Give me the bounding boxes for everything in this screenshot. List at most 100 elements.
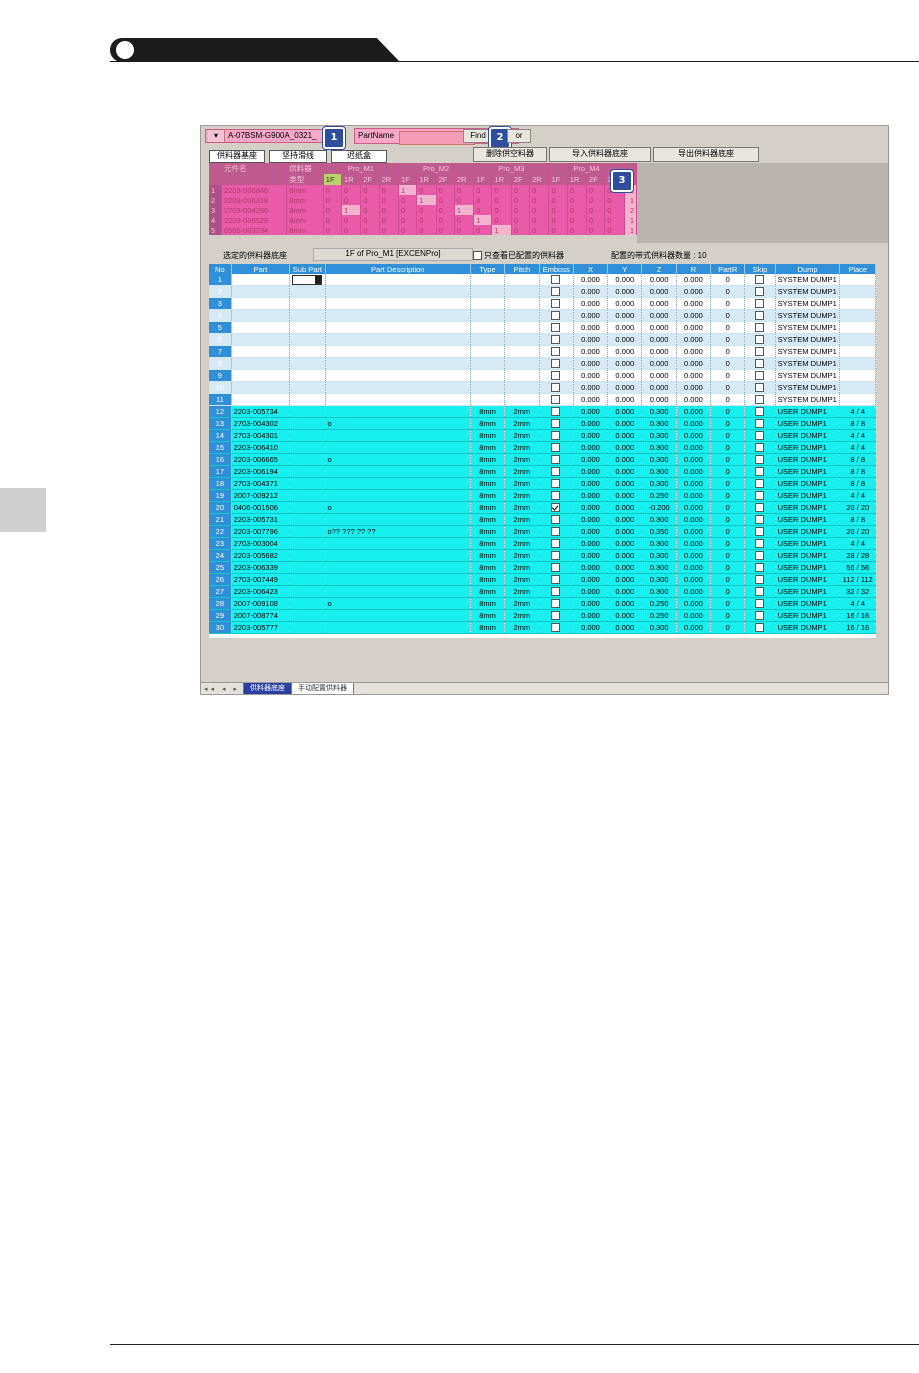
skip-cell[interactable] [744,369,776,382]
emboss-checkbox[interactable] [550,587,560,597]
feeder-grid-cell[interactable]: 0 [379,195,400,205]
part-description-cell[interactable] [325,429,471,442]
r-cell[interactable]: 0.000 [676,285,712,298]
y-cell[interactable]: 0.000 [607,429,643,442]
feeder-grid-cell[interactable]: 0 [416,185,437,195]
pitch-cell[interactable] [504,285,540,298]
r-cell[interactable]: 0.000 [676,573,712,586]
part-cell[interactable]: 0406-001506 [231,501,291,514]
part-cell[interactable] [231,285,291,298]
pitch-cell[interactable]: 2mm [504,573,540,586]
part-cell[interactable]: 2007-009212 [231,489,291,502]
emboss-checkbox[interactable] [550,575,560,585]
part-description-cell[interactable] [325,489,471,502]
place-cell[interactable]: 4 / 4 [839,489,876,502]
part-r-cell[interactable]: 0 [710,274,746,286]
feeder-grid-cell[interactable]: 0 [548,225,568,235]
emboss-checkbox[interactable] [550,287,560,297]
sub-part-cell[interactable] [289,369,326,382]
z-cell[interactable]: 0.000 [641,333,677,346]
feeder-grid-cell[interactable]: 0 [548,185,568,195]
z-cell[interactable]: 0.300 [641,561,677,574]
x-cell[interactable]: 0.000 [573,585,609,598]
z-cell[interactable]: -0.200 [641,501,677,514]
feeder-grid-cell[interactable]: 0 [586,205,606,215]
dump-cell[interactable]: USER DUMP1 [775,429,841,442]
x-cell[interactable]: 0.000 [573,333,609,346]
dump-cell[interactable]: SYSTEM DUMP1 [775,285,841,298]
emboss-cell[interactable] [539,549,574,562]
skip-cell[interactable] [744,585,776,598]
x-cell[interactable]: 0.000 [573,274,609,286]
y-cell[interactable]: 0.000 [607,333,643,346]
sub-part-cell[interactable] [289,609,326,622]
skip-cell[interactable] [744,309,776,322]
r-cell[interactable]: 0.000 [676,609,712,622]
table-row[interactable]: 5 0.000 0.000 0.000 0.000 0 SYSTEM DUMP1 [209,321,876,334]
r-cell[interactable]: 0.000 [676,274,712,286]
feeder-grid-cell[interactable]: 0 [341,195,362,205]
x-cell[interactable]: 0.000 [573,489,609,502]
emboss-checkbox[interactable] [550,275,560,285]
emboss-cell[interactable] [539,513,574,526]
skip-cell[interactable] [744,285,776,298]
column-header-part-description[interactable]: Part Description [325,264,471,274]
part-description-cell[interactable]: o [325,597,471,610]
part-cell[interactable] [231,321,291,334]
sub-part-cell[interactable] [289,417,326,430]
part-cell[interactable]: 2203-006339 [231,561,291,574]
column-header-pitch[interactable]: Pitch [504,264,540,274]
pitch-cell[interactable] [504,345,540,358]
feeder-grid-cell[interactable]: 0 [323,185,343,195]
type-cell[interactable] [470,357,506,370]
skip-cell[interactable] [744,405,776,418]
skip-checkbox[interactable] [754,599,764,609]
z-cell[interactable]: 0.000 [641,357,677,370]
y-cell[interactable]: 0.000 [607,489,643,502]
pitch-cell[interactable] [504,357,540,370]
skip-cell[interactable] [744,513,776,526]
type-cell[interactable]: 8mm [470,489,506,502]
y-cell[interactable]: 0.000 [607,585,643,598]
x-cell[interactable]: 0.000 [573,297,609,310]
place-cell[interactable]: 4 / 4 [839,441,876,454]
x-cell[interactable]: 0.000 [573,465,609,478]
feeder-grid-cell[interactable]: 0 [473,185,493,195]
sub-part-cell[interactable] [289,465,326,478]
sub-part-cell[interactable] [289,357,326,370]
place-cell[interactable]: 16 / 16 [839,621,876,634]
sub-part-cell[interactable] [289,333,326,346]
feeder-grid-cell[interactable]: 0 [567,225,588,235]
emboss-cell[interactable] [539,345,574,358]
part-cell[interactable] [231,381,291,394]
skip-checkbox[interactable] [754,287,764,297]
feeder-grid-cell[interactable]: 1 [341,205,362,215]
skip-checkbox[interactable] [754,347,764,357]
place-cell[interactable]: 20 / 20 [839,501,876,514]
feeder-grid-row[interactable]: 3 2703-004286 8mm 0 1 0 0 0 0 0 1 0 0 0 0 0 0 0 0 2 [209,205,637,215]
emboss-cell[interactable] [539,393,574,406]
table-row[interactable]: 23 2703-003004 8mm 2mm 0.000 0.000 0.300 0.000 0… [209,537,876,550]
r-cell[interactable]: 0.000 [676,561,712,574]
place-cell[interactable]: 8 / 8 [839,417,876,430]
dump-cell[interactable]: USER DUMP1 [775,573,841,586]
x-cell[interactable]: 0.000 [573,429,609,442]
skip-checkbox[interactable] [754,503,764,513]
emboss-cell[interactable] [539,453,574,466]
r-cell[interactable]: 0.000 [676,441,712,454]
x-cell[interactable]: 0.000 [573,477,609,490]
feeder-grid-cell[interactable]: 0 [379,205,400,215]
skip-checkbox[interactable] [754,275,764,285]
r-cell[interactable]: 0.000 [676,501,712,514]
feeder-grid-cell[interactable]: 0 [586,185,606,195]
feeder-grid-cell[interactable]: 0 [323,215,343,225]
x-cell[interactable]: 0.000 [573,405,609,418]
feeder-grid-cell[interactable]: 0 [529,225,550,235]
emboss-cell[interactable] [539,405,574,418]
sub-part-cell[interactable] [289,561,326,574]
pitch-cell[interactable]: 2mm [504,405,540,418]
part-cell[interactable]: 2203-005731 [231,513,291,526]
dump-cell[interactable]: USER DUMP1 [775,453,841,466]
part-description-cell[interactable] [325,585,471,598]
type-cell[interactable]: 8mm [470,621,506,634]
